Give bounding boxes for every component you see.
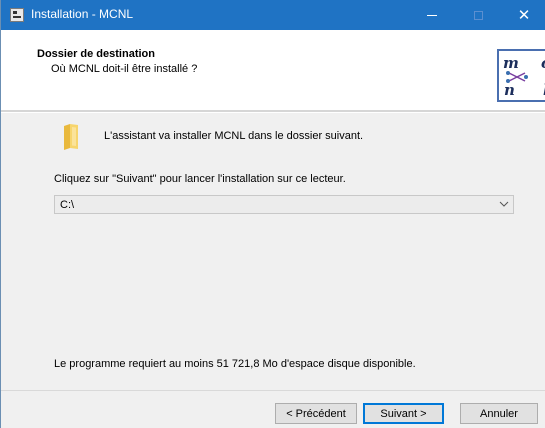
logo-letter-c: c — [541, 54, 545, 72]
intro-text: L'assistant va installer MCNL dans le do… — [104, 130, 364, 142]
folder-icon — [63, 124, 79, 150]
mcnl-logo: m c n l — [497, 49, 545, 102]
wizard-header: Dossier de destination Où MCNL doit-il ê… — [1, 30, 545, 110]
destination-folder-combobox[interactable]: C:\ — [54, 195, 514, 214]
close-icon: ✕ — [517, 5, 531, 24]
installer-window: Installation - MCNL ✕ Dossier de destina… — [0, 0, 545, 428]
mcnl-logo-graphic: m c n l — [503, 54, 545, 99]
logo-letter-m: m — [503, 54, 519, 72]
logo-letter-n: n — [504, 81, 515, 99]
footer-divider — [1, 390, 545, 391]
close-button[interactable]: ✕ — [501, 0, 545, 30]
window-title: Installation - MCNL — [31, 7, 134, 21]
disk-space-requirement: Le programme requiert au moins 51 721,8 … — [54, 358, 416, 370]
installer-app-icon — [10, 8, 24, 22]
cancel-button[interactable]: Annuler — [460, 403, 538, 424]
header-divider — [1, 110, 545, 113]
page-title: Dossier de destination — [37, 48, 155, 60]
instruction-text: Cliquez sur "Suivant" pour lancer l'inst… — [54, 173, 346, 185]
maximize-button[interactable] — [455, 0, 501, 30]
back-button[interactable]: < Précédent — [275, 403, 357, 424]
title-bar[interactable]: Installation - MCNL ✕ — [1, 0, 545, 30]
page-subtitle: Où MCNL doit-il être installé ? — [51, 63, 198, 75]
maximize-icon — [473, 10, 483, 20]
chevron-down-icon — [499, 201, 509, 207]
next-button[interactable]: Suivant > — [363, 403, 444, 424]
destination-path: C:\ — [60, 199, 75, 211]
minimize-icon — [427, 14, 437, 16]
minimize-button[interactable] — [409, 0, 455, 30]
